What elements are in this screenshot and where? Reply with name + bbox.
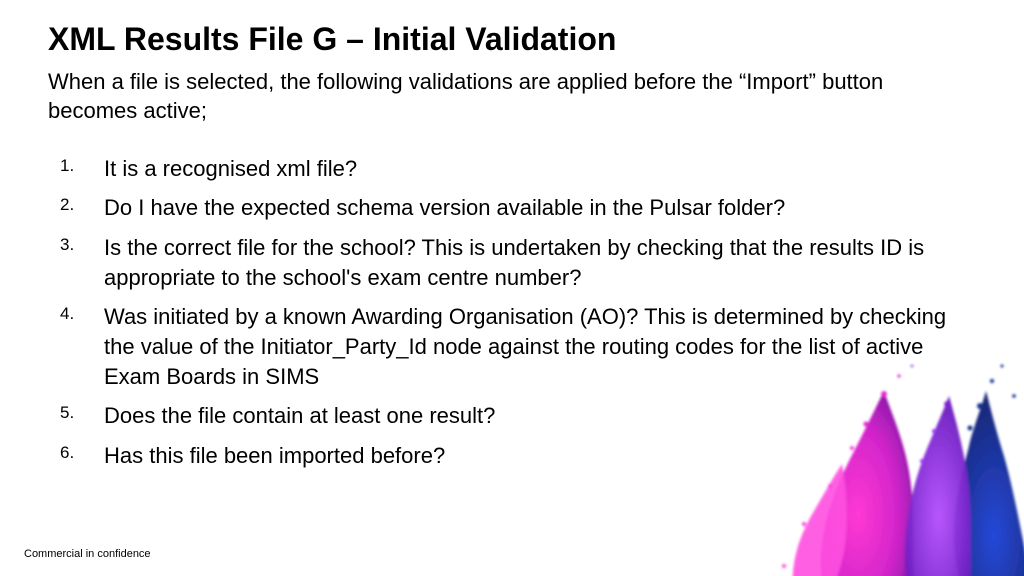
slide-title: XML Results File G – Initial Validation [48,20,976,58]
list-item: Do I have the expected schema version av… [48,193,976,223]
validation-list: It is a recognised xml file? Do I have t… [48,154,976,471]
list-item: It is a recognised xml file? [48,154,976,184]
list-item: Has this file been imported before? [48,441,976,471]
intro-paragraph: When a file is selected, the following v… [48,68,976,125]
list-item: Is the correct file for the school? This… [48,233,976,292]
slide: XML Results File G – Initial Validation … [0,0,1024,576]
list-item: Does the file contain at least one resul… [48,401,976,431]
list-item: Was initiated by a known Awarding Organi… [48,302,976,391]
footer-note: Commercial in confidence [24,548,151,560]
